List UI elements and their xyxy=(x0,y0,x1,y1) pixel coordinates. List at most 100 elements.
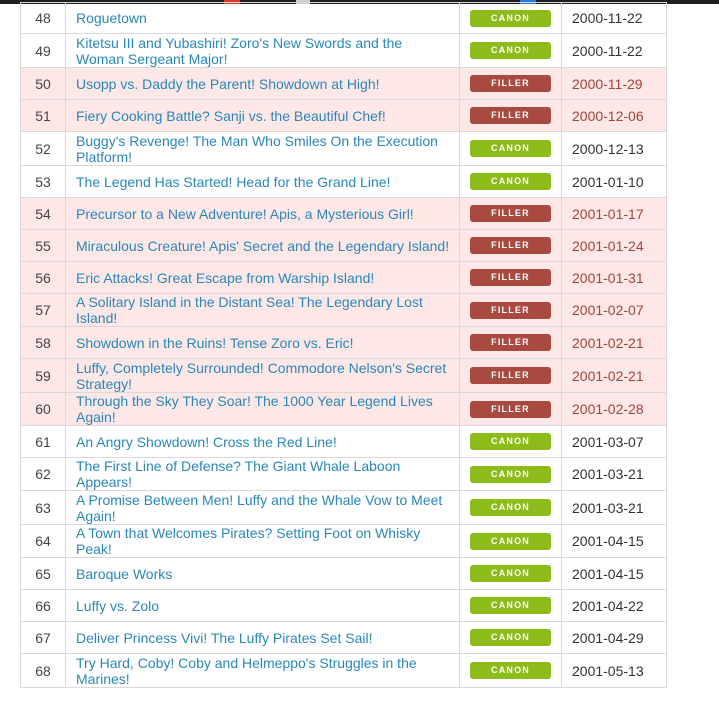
episode-title-link[interactable]: Showdown in the Ruins! Tense Zoro vs. Er… xyxy=(76,335,453,351)
episode-number: 66 xyxy=(20,589,66,622)
episode-type-cell: CANON xyxy=(459,131,562,166)
episode-title-cell: Luffy vs. Zolo xyxy=(65,589,460,622)
episode-title-link[interactable]: Baroque Works xyxy=(76,566,453,582)
episode-airdate: 2001-01-31 xyxy=(561,261,667,294)
episode-row: 50 Usopp vs. Daddy the Parent! Showdown a… xyxy=(20,67,667,100)
episode-row: 61 An Angry Showdown! Cross the Red Line!… xyxy=(20,425,667,458)
episode-title-link[interactable]: Through the Sky They Soar! The 1000 Year… xyxy=(76,393,453,425)
episode-type-cell: CANON xyxy=(459,425,562,458)
episode-number: 56 xyxy=(20,261,66,294)
episode-number: 60 xyxy=(20,392,66,426)
episode-title-link[interactable]: Buggy's Revenge! The Man Who Smiles On t… xyxy=(76,133,453,165)
episode-row: 66 Luffy vs. Zolo CANON 2001-04-22 xyxy=(20,589,667,622)
episode-airdate: 2001-01-10 xyxy=(561,165,667,198)
episode-number: 68 xyxy=(20,653,66,688)
episode-title-link[interactable]: Miraculous Creature! Apis' Secret and th… xyxy=(76,238,453,254)
episode-number: 61 xyxy=(20,425,66,458)
canon-badge: CANON xyxy=(470,499,551,517)
filler-badge: FILLER xyxy=(470,367,551,385)
filler-badge: FILLER xyxy=(470,269,551,287)
episode-number: 51 xyxy=(20,99,66,132)
episode-title-link[interactable]: A Solitary Island in the Distant Sea! Th… xyxy=(76,294,453,326)
episode-airdate: 2001-04-29 xyxy=(561,621,667,654)
episode-row: 53 The Legend Has Started! Head for the G… xyxy=(20,165,667,198)
canon-badge: CANON xyxy=(470,433,551,451)
episode-type-cell: CANON xyxy=(459,589,562,622)
episode-type-cell: CANON xyxy=(459,165,562,198)
episode-row: 51 Fiery Cooking Battle? Sanji vs. the Be… xyxy=(20,99,667,132)
episode-title-cell: Through the Sky They Soar! The 1000 Year… xyxy=(65,392,460,426)
episode-row: 67 Deliver Princess Vivi! The Luffy Pirat… xyxy=(20,621,667,654)
episode-title-link[interactable]: The First Line of Defense? The Giant Wha… xyxy=(76,458,453,490)
canon-badge: CANON xyxy=(470,140,551,158)
episode-airdate: 2001-02-21 xyxy=(561,358,667,393)
episode-title-link[interactable]: Precursor to a New Adventure! Apis, a My… xyxy=(76,206,453,222)
episode-table: 48 Roguetown CANON 2000-11-22 49 Kitetsu III … xyxy=(20,2,667,688)
episode-number: 53 xyxy=(20,165,66,198)
episode-type-cell: FILLER xyxy=(459,67,562,100)
episode-number: 55 xyxy=(20,229,66,262)
episode-number: 58 xyxy=(20,326,66,359)
episode-title-cell: Buggy's Revenge! The Man Who Smiles On t… xyxy=(65,131,460,166)
episode-type-cell: FILLER xyxy=(459,392,562,426)
episode-title-link[interactable]: Fiery Cooking Battle? Sanji vs. the Beau… xyxy=(76,108,453,124)
episode-title-link[interactable]: Try Hard, Coby! Coby and Helmeppo's Stru… xyxy=(76,655,453,687)
episode-airdate: 2001-02-28 xyxy=(561,392,667,426)
episode-type-cell: CANON xyxy=(459,557,562,590)
episode-airdate: 2001-04-22 xyxy=(561,589,667,622)
episode-airdate: 2000-12-06 xyxy=(561,99,667,132)
canon-badge: CANON xyxy=(470,629,551,647)
canon-badge: CANON xyxy=(470,465,551,483)
episode-title-cell: Deliver Princess Vivi! The Luffy Pirates… xyxy=(65,621,460,654)
episode-type-cell: FILLER xyxy=(459,99,562,132)
episode-row: 68 Try Hard, Coby! Coby and Helmeppo's St… xyxy=(20,653,667,688)
episode-title-cell: An Angry Showdown! Cross the Red Line! xyxy=(65,425,460,458)
canon-badge: CANON xyxy=(470,9,551,27)
episode-title-link[interactable]: The Legend Has Started! Head for the Gra… xyxy=(76,174,453,190)
episode-type-cell: CANON xyxy=(459,2,562,34)
canon-badge: CANON xyxy=(470,565,551,583)
episode-airdate: 2000-12-13 xyxy=(561,131,667,166)
episode-title-cell: The Legend Has Started! Head for the Gra… xyxy=(65,165,460,198)
episode-airdate: 2001-02-07 xyxy=(561,293,667,327)
episode-title-link[interactable]: Luffy vs. Zolo xyxy=(76,598,453,614)
canon-badge: CANON xyxy=(470,173,551,191)
filler-badge: FILLER xyxy=(470,400,551,418)
episode-number: 54 xyxy=(20,197,66,230)
episode-airdate: 2000-11-22 xyxy=(561,33,667,68)
episode-number: 52 xyxy=(20,131,66,166)
episode-title-link[interactable]: Kitetsu III and Yubashiri! Zoro's New Sw… xyxy=(76,35,453,67)
episode-row: 58 Showdown in the Ruins! Tense Zoro vs. … xyxy=(20,326,667,359)
episode-row: 54 Precursor to a New Adventure! Apis, a … xyxy=(20,197,667,230)
episode-type-cell: CANON xyxy=(459,621,562,654)
episode-number: 67 xyxy=(20,621,66,654)
episode-row: 60 Through the Sky They Soar! The 1000 Ye… xyxy=(20,392,667,426)
episode-row: 62 The First Line of Defense? The Giant W… xyxy=(20,457,667,491)
episode-title-link[interactable]: Usopp vs. Daddy the Parent! Showdown at … xyxy=(76,76,453,92)
episode-number: 50 xyxy=(20,67,66,100)
episode-row: 59 Luffy, Completely Surrounded! Commodor… xyxy=(20,358,667,393)
episode-title-link[interactable]: A Promise Between Men! Luffy and the Wha… xyxy=(76,492,453,524)
filler-badge: FILLER xyxy=(470,75,551,93)
episode-type-cell: CANON xyxy=(459,653,562,688)
episode-title-link[interactable]: A Town that Welcomes Pirates? Setting Fo… xyxy=(76,525,453,557)
episode-title-cell: A Solitary Island in the Distant Sea! Th… xyxy=(65,293,460,327)
episode-number: 64 xyxy=(20,524,66,558)
episode-number: 65 xyxy=(20,557,66,590)
episode-title-cell: Fiery Cooking Battle? Sanji vs. the Beau… xyxy=(65,99,460,132)
episode-title-link[interactable]: Eric Attacks! Great Escape from Warship … xyxy=(76,270,453,286)
episode-number: 63 xyxy=(20,490,66,525)
episode-title-link[interactable]: Luffy, Completely Surrounded! Commodore … xyxy=(76,360,453,392)
episode-number: 48 xyxy=(20,2,66,34)
episode-title-link[interactable]: An Angry Showdown! Cross the Red Line! xyxy=(76,434,453,450)
episode-row: 52 Buggy's Revenge! The Man Who Smiles On… xyxy=(20,131,667,166)
episode-number: 62 xyxy=(20,457,66,491)
episode-airdate: 2001-05-13 xyxy=(561,653,667,688)
episode-title-link[interactable]: Roguetown xyxy=(76,10,453,26)
episode-title-cell: A Town that Welcomes Pirates? Setting Fo… xyxy=(65,524,460,558)
episode-title-cell: A Promise Between Men! Luffy and the Wha… xyxy=(65,490,460,525)
episode-title-link[interactable]: Deliver Princess Vivi! The Luffy Pirates… xyxy=(76,630,453,646)
episode-type-cell: CANON xyxy=(459,524,562,558)
episode-title-cell: Eric Attacks! Great Escape from Warship … xyxy=(65,261,460,294)
episode-row: 55 Miraculous Creature! Apis' Secret and … xyxy=(20,229,667,262)
